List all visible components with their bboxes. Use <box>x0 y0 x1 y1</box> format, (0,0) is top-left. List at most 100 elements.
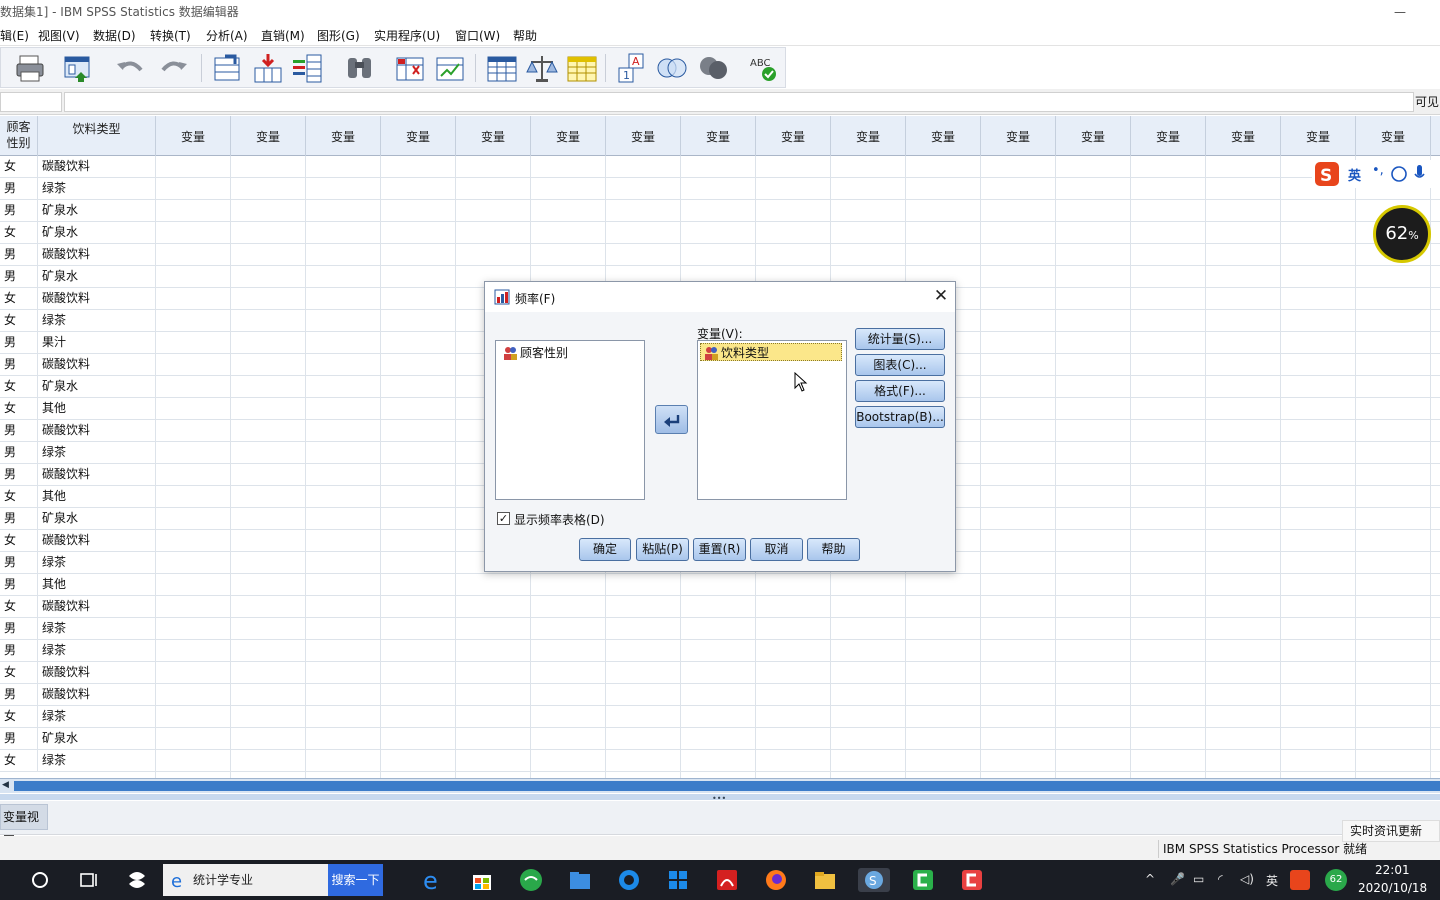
menu-utilities[interactable]: 实用程序(U) <box>374 27 440 44</box>
goto-case-icon[interactable] <box>211 52 245 84</box>
menu-window[interactable]: 窗口(W) <box>455 27 500 44</box>
cell-drink-type[interactable]: 绿茶 <box>38 618 156 640</box>
goto-variable-icon[interactable] <box>251 52 285 84</box>
menu-transform[interactable]: 转换(T) <box>150 27 191 44</box>
cancel-button[interactable]: 取消 <box>750 538 803 561</box>
volume-icon[interactable]: ◁) <box>1240 872 1254 886</box>
cell-gender[interactable]: 男 <box>0 464 38 486</box>
show-all-variables-icon[interactable] <box>697 52 731 84</box>
cell-gender[interactable]: 女 <box>0 376 38 398</box>
cell-gender[interactable]: 男 <box>0 178 38 200</box>
column-header-variable[interactable]: 变量 <box>1281 116 1356 156</box>
target-variable-list[interactable]: 饮料类型 <box>697 340 847 500</box>
cell-drink-type[interactable]: 碳酸饮料 <box>38 156 156 178</box>
cell-drink-type[interactable]: 矿泉水 <box>38 200 156 222</box>
cell-gender[interactable]: 男 <box>0 508 38 530</box>
cell-gender[interactable]: 女 <box>0 596 38 618</box>
menu-analyze[interactable]: 分析(A) <box>206 27 248 44</box>
cell-drink-type[interactable]: 矿泉水 <box>38 728 156 750</box>
cell-reference-field[interactable] <box>0 92 62 112</box>
column-header-variable[interactable]: 变量 <box>831 116 906 156</box>
column-header-variable[interactable]: 变量 <box>231 116 306 156</box>
cell-gender[interactable]: 男 <box>0 684 38 706</box>
cell-drink-type[interactable]: 矿泉水 <box>38 266 156 288</box>
weight-cases-icon[interactable] <box>525 52 559 84</box>
column-header-variable[interactable]: 变量 <box>906 116 981 156</box>
scrollbar-thumb[interactable] <box>14 781 1440 791</box>
cell-gender[interactable]: 女 <box>0 288 38 310</box>
tray-badge[interactable]: 62 <box>1325 869 1347 891</box>
cell-drink-type[interactable]: 绿茶 <box>38 750 156 772</box>
cell-gender[interactable]: 女 <box>0 750 38 772</box>
cell-drink-type[interactable]: 碳酸饮料 <box>38 684 156 706</box>
edge-icon[interactable]: e <box>421 867 445 895</box>
column-header-variable[interactable]: 变量 <box>156 116 231 156</box>
cell-drink-type[interactable]: 矿泉水 <box>38 222 156 244</box>
ime-toolbar[interactable]: S 英 •, <box>1312 160 1440 188</box>
show-hidden-icons[interactable]: ^ <box>1145 872 1155 886</box>
minimize-button[interactable]: — <box>1390 0 1410 24</box>
column-header-variable[interactable]: 变量 <box>756 116 831 156</box>
help-button[interactable]: 帮助 <box>807 538 860 561</box>
column-header-variable[interactable]: 变量 <box>981 116 1056 156</box>
input-language[interactable]: 英 <box>1266 872 1278 889</box>
microphone-icon[interactable]: 🎤 <box>1170 872 1185 886</box>
windows-store-icon[interactable] <box>666 868 690 892</box>
cell-drink-type[interactable]: 碳酸饮料 <box>38 354 156 376</box>
cell-gender[interactable]: 女 <box>0 310 38 332</box>
print-icon[interactable] <box>13 52 47 84</box>
cell-drink-type[interactable]: 绿茶 <box>38 552 156 574</box>
column-header-variable[interactable]: 变量 <box>1056 116 1131 156</box>
cell-drink-type[interactable]: 碳酸饮料 <box>38 288 156 310</box>
network-icon[interactable]: ◜ <box>1218 872 1223 886</box>
redo-icon[interactable] <box>157 52 191 84</box>
cell-gender[interactable]: 女 <box>0 486 38 508</box>
bootstrap-button[interactable]: Bootstrap(B)... <box>855 406 945 428</box>
cell-drink-type[interactable]: 碳酸饮料 <box>38 596 156 618</box>
move-variable-button[interactable] <box>655 405 688 434</box>
cell-gender[interactable]: 男 <box>0 640 38 662</box>
insert-variable-icon[interactable] <box>433 52 467 84</box>
cell-drink-type[interactable]: 绿茶 <box>38 310 156 332</box>
cell-gender[interactable]: 男 <box>0 728 38 750</box>
cell-gender[interactable]: 女 <box>0 156 38 178</box>
menu-view[interactable]: 视图(V) <box>38 27 80 44</box>
start-icon[interactable] <box>28 868 52 892</box>
scroll-left-icon[interactable]: ◀ <box>2 780 12 792</box>
use-sets-icon[interactable] <box>655 52 689 84</box>
news-popup[interactable]: 实时资讯更新 <box>1342 820 1440 842</box>
clock-date[interactable]: 2020/10/18 <box>1358 881 1427 895</box>
variables-icon[interactable] <box>291 52 325 84</box>
cell-gender[interactable]: 男 <box>0 332 38 354</box>
column-header-variable[interactable]: 变量 <box>606 116 681 156</box>
qq-browser-icon[interactable] <box>617 868 641 892</box>
menu-data[interactable]: 数据(D) <box>93 27 136 44</box>
cell-drink-type[interactable]: 绿茶 <box>38 706 156 728</box>
cell-drink-type[interactable]: 碳酸饮料 <box>38 244 156 266</box>
cell-drink-type[interactable]: 矿泉水 <box>38 508 156 530</box>
paste-button[interactable]: 粘贴(P) <box>636 538 689 561</box>
cell-gender[interactable]: 女 <box>0 662 38 684</box>
cell-drink-type[interactable]: 其他 <box>38 398 156 420</box>
split-file-icon[interactable] <box>485 52 519 84</box>
cell-gender[interactable]: 女 <box>0 222 38 244</box>
column-header-drink-type[interactable]: 饮料类型 <box>38 116 156 156</box>
cell-gender[interactable]: 女 <box>0 706 38 728</box>
taskbar-search-box[interactable]: e 统计学专业 搜索一下 <box>163 864 383 896</box>
spell-check-icon[interactable]: ABC <box>747 52 781 84</box>
list-item[interactable]: 顾客性别 <box>500 344 568 362</box>
cell-drink-type[interactable]: 碳酸饮料 <box>38 420 156 442</box>
horizontal-scrollbar[interactable]: ◀ <box>0 778 1440 793</box>
column-header-variable[interactable]: 变量 <box>306 116 381 156</box>
cell-gender[interactable]: 男 <box>0 552 38 574</box>
menu-edit[interactable]: 辑(E) <box>0 27 29 44</box>
app-launcher-icon[interactable] <box>125 868 149 892</box>
source-variable-list[interactable]: 顾客性别 <box>495 340 645 500</box>
menu-graphs[interactable]: 图形(G) <box>317 27 360 44</box>
cell-value-field[interactable] <box>64 92 1414 112</box>
recorder-icon[interactable] <box>960 868 984 892</box>
cell-drink-type[interactable]: 绿茶 <box>38 442 156 464</box>
clock-time[interactable]: 22:01 <box>1375 863 1410 877</box>
cell-gender[interactable]: 男 <box>0 266 38 288</box>
insert-cases-icon[interactable] <box>393 52 427 84</box>
